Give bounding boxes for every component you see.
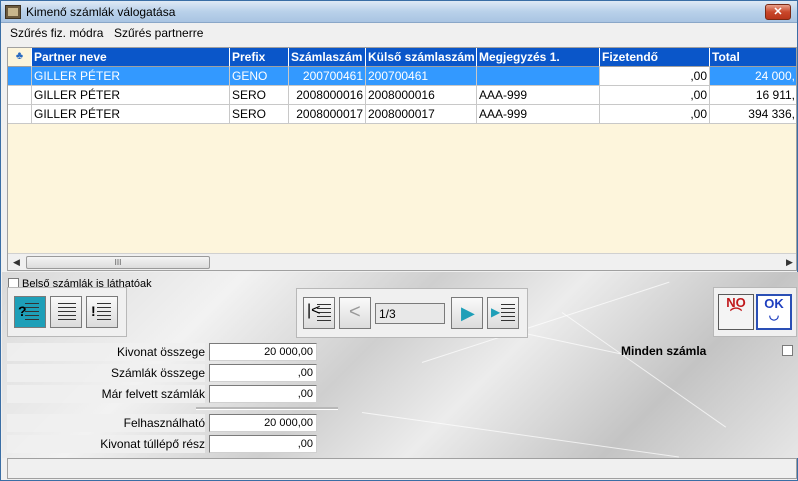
close-button[interactable]: ✕ xyxy=(765,4,791,20)
cell-payable-editor[interactable]: ,00 xyxy=(600,67,710,86)
col-external-no[interactable]: Külső számlaszám xyxy=(366,48,477,67)
prev-record-button[interactable]: < xyxy=(339,297,371,329)
scroll-left-icon[interactable]: ◀ xyxy=(9,255,24,270)
cell-partner: GILLER PÉTER xyxy=(32,86,230,105)
table-row[interactable]: GILLER PÉTER GENO 200700461 200700461 ,0… xyxy=(8,67,796,86)
cell-total: 394 336, xyxy=(710,105,796,124)
col-invoice-no[interactable]: Számlaszám xyxy=(289,48,366,67)
divider xyxy=(196,407,338,410)
overflow-field[interactable]: ,00 xyxy=(209,435,317,453)
cell-note: AAA-999 xyxy=(477,86,600,105)
cell-payable: ,00 xyxy=(600,105,710,124)
usable-field[interactable]: 20 000,00 xyxy=(209,414,317,432)
play-icon: ▶ xyxy=(461,303,475,323)
row-indicator xyxy=(8,67,32,86)
left-toolbar: ? ! xyxy=(7,287,127,337)
scroll-right-icon[interactable]: ▶ xyxy=(782,255,796,270)
help-list-button[interactable]: ? xyxy=(14,296,46,328)
cell-prefix: SERO xyxy=(230,86,289,105)
cell-invoice-no: 200700461 xyxy=(289,67,366,86)
marble-vein xyxy=(361,412,679,458)
usable-label: Felhasználható xyxy=(7,414,205,432)
question-icon: ? xyxy=(18,303,27,319)
menu-filter-payment[interactable]: Szűrés fiz. módra xyxy=(10,26,103,40)
cell-external-no: 200700461 xyxy=(366,67,477,86)
window-title: Kimenő számlák válogatása xyxy=(26,5,176,19)
first-record-button[interactable]: |< xyxy=(303,297,335,329)
list-icon xyxy=(97,303,111,323)
record-navigator: |< < 1/3 ▶ ▶ xyxy=(296,288,528,338)
col-note[interactable]: Megjegyzés 1. xyxy=(477,48,600,67)
list-icon xyxy=(58,303,76,323)
grid-header: ♣ Partner neve Prefix Számlaszám Külső s… xyxy=(8,48,796,67)
list-view-button[interactable] xyxy=(50,296,82,328)
col-prefix[interactable]: Prefix xyxy=(230,48,289,67)
app-icon xyxy=(5,5,21,19)
play-last-icon: ▶ xyxy=(491,305,501,319)
filter-list-button[interactable]: ! xyxy=(86,296,118,328)
statement-amount-label: Kivonat összege xyxy=(7,343,205,361)
cell-prefix: SERO xyxy=(230,105,289,124)
main-window: Kimenő számlák válogatása ✕ Szűrés fiz. … xyxy=(0,0,798,481)
invoices-sum-label: Számlák összege xyxy=(7,364,205,382)
chevron-left-icon: < xyxy=(349,301,361,323)
col-partner[interactable]: Partner neve xyxy=(32,48,230,67)
cell-invoice-no: 2008000017 xyxy=(289,105,366,124)
cell-prefix: GENO xyxy=(230,67,289,86)
record-position: 1/3 xyxy=(375,303,445,324)
all-invoices-checkbox[interactable] xyxy=(782,345,793,356)
last-icon xyxy=(501,304,515,324)
col-payable[interactable]: Fizetendő xyxy=(600,48,710,67)
cell-total: 24 000, xyxy=(710,67,796,86)
list-icon xyxy=(25,303,39,323)
cell-external-no: 2008000016 xyxy=(366,86,477,105)
overflow-label: Kivonat túllépő rész xyxy=(7,435,205,453)
table-row[interactable]: GILLER PÉTER SERO 2008000016 2008000016 … xyxy=(8,86,796,105)
already-added-field[interactable]: ,00 xyxy=(209,385,317,403)
invoices-sum-field[interactable]: ,00 xyxy=(209,364,317,382)
cell-partner: GILLER PÉTER xyxy=(32,105,230,124)
all-invoices-label: Minden számla xyxy=(621,344,707,358)
row-indicator xyxy=(8,105,32,124)
frown-icon: ⌒ xyxy=(729,307,742,321)
cell-note: AAA-999 xyxy=(477,105,600,124)
statement-amount-field[interactable]: 20 000,00 xyxy=(209,343,317,361)
scroll-thumb[interactable]: III xyxy=(26,256,210,269)
cell-invoice-no: 2008000016 xyxy=(289,86,366,105)
already-added-label: Már felvett számlák xyxy=(7,385,205,403)
cell-external-no: 2008000017 xyxy=(366,105,477,124)
invoice-grid[interactable]: ♣ Partner neve Prefix Számlaszám Külső s… xyxy=(7,47,797,271)
chevron-first-icon: |< xyxy=(307,302,321,319)
table-row[interactable]: GILLER PÉTER SERO 2008000017 2008000017 … xyxy=(8,105,796,124)
next-record-button[interactable]: ▶ xyxy=(451,297,483,329)
marble-vein xyxy=(561,312,727,428)
club-icon[interactable]: ♣ xyxy=(8,48,32,67)
cell-note xyxy=(477,67,600,86)
dialog-buttons: NO ⌒ OK ◡ xyxy=(713,287,797,337)
horizontal-scrollbar[interactable]: ◀ III ▶ xyxy=(8,253,796,270)
status-bar xyxy=(7,458,797,479)
col-total[interactable]: Total xyxy=(710,48,796,67)
cell-payable: ,00 xyxy=(600,86,710,105)
last-record-button[interactable]: ▶ xyxy=(487,297,519,329)
ok-button[interactable]: OK ◡ xyxy=(756,294,792,330)
cell-total: 16 911, xyxy=(710,86,796,105)
no-button[interactable]: NO ⌒ xyxy=(718,294,754,330)
exclamation-icon: ! xyxy=(91,303,96,319)
title-bar[interactable]: Kimenő számlák válogatása ✕ xyxy=(1,1,797,23)
row-indicator xyxy=(8,86,32,105)
cell-partner: GILLER PÉTER xyxy=(32,67,230,86)
menu-filter-partner[interactable]: Szűrés partnerre xyxy=(114,26,203,40)
menu-bar: Szűrés fiz. módra Szűrés partnerre xyxy=(1,23,797,43)
smile-icon: ◡ xyxy=(768,308,780,322)
